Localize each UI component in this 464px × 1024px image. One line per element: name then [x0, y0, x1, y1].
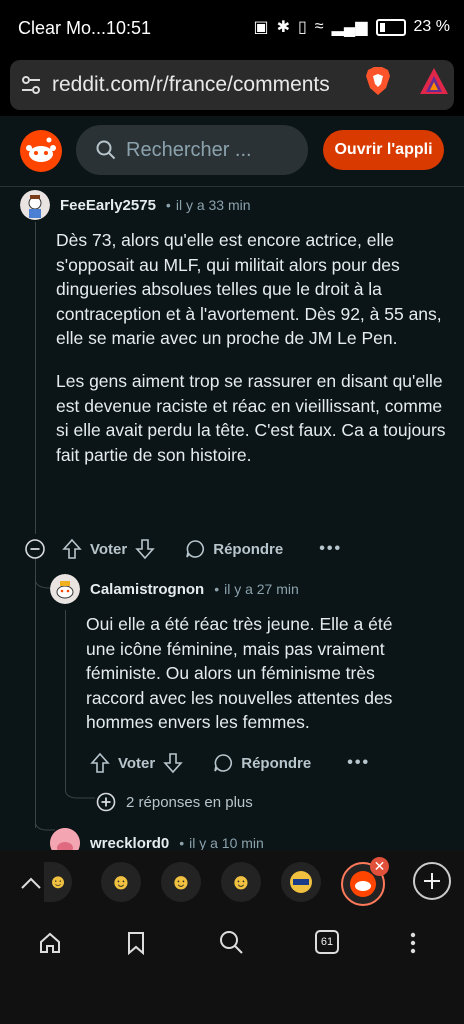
thread-line	[35, 558, 36, 828]
url-text[interactable]: reddit.com/r/france/comments	[52, 73, 342, 97]
comment-time: il y a 27 min	[224, 581, 299, 597]
upvote-icon[interactable]	[90, 752, 110, 774]
reddit-header: Rechercher ... Ouvrir l'appli	[0, 116, 464, 187]
tabs-count-button[interactable]: 61	[315, 930, 339, 954]
plus-icon	[424, 873, 440, 889]
battery-percent: 23 %	[413, 18, 450, 35]
downvote-icon[interactable]	[163, 752, 184, 774]
menu-dots-icon[interactable]	[408, 931, 418, 955]
more-replies-label: 2 réponses en plus	[126, 793, 253, 811]
comment-author[interactable]: wrecklord0	[90, 835, 169, 851]
reply-button[interactable]: Répondre	[213, 753, 311, 773]
avatar[interactable]	[20, 190, 50, 220]
comment-header: wrecklord0 • il y a 10 min	[50, 828, 264, 850]
comment-header: Calamistrognon • il y a 27 min	[50, 574, 299, 604]
search-placeholder: Rechercher ...	[126, 138, 252, 161]
comment-actions: Voter Répondre •••	[90, 752, 370, 774]
comment-actions: Voter Répondre •••	[24, 538, 342, 560]
more-replies-button[interactable]: 2 réponses en plus	[96, 792, 253, 812]
comment-author[interactable]: Calamistrognon	[90, 581, 204, 598]
search-input[interactable]: Rechercher ...	[76, 125, 308, 175]
site-favicon-icon	[290, 871, 312, 893]
comment-thread: FeeEarly2575 • il y a 33 min Dès 73, alo…	[0, 186, 464, 850]
comment-body: Dès 73, alors qu'elle est encore actrice…	[56, 228, 448, 485]
tab-thumbnail[interactable]: ☻	[161, 862, 201, 902]
bluetooth-icon: ✱	[276, 19, 290, 36]
comment-body: Oui elle a été réac très jeune. Elle a é…	[86, 612, 416, 753]
reply-label: Répondre	[241, 754, 312, 772]
tab-thumbnail[interactable]: ☻	[221, 862, 261, 902]
comment-bubble-icon	[186, 540, 205, 558]
vote-label: Voter	[118, 754, 156, 772]
browser-nav: 61	[0, 925, 464, 965]
smiley-icon: ☻	[109, 869, 133, 894]
brave-shields-icon[interactable]	[364, 66, 392, 96]
comment-paragraph: Les gens aiment trop se rassurer en disa…	[56, 370, 446, 465]
search-icon[interactable]	[218, 929, 244, 955]
tab-thumbnail[interactable]: ☻	[101, 862, 141, 902]
avatar[interactable]	[50, 574, 80, 604]
search-icon	[96, 140, 116, 160]
comment-header: FeeEarly2575 • il y a 33 min	[20, 190, 251, 220]
upvote-icon[interactable]	[62, 538, 82, 560]
chevron-up-icon[interactable]	[20, 876, 42, 890]
reddit-logo-icon[interactable]	[20, 130, 62, 172]
comment-paragraph: Oui elle a été réac très jeune. Elle a é…	[86, 614, 393, 733]
comment-bubble-icon	[214, 754, 233, 772]
collapse-icon[interactable]	[24, 538, 46, 560]
nfc-icon: ▣	[253, 19, 269, 36]
tab-thumbnail[interactable]	[281, 862, 321, 902]
comment-author[interactable]: FeeEarly2575	[60, 197, 156, 214]
more-options-icon[interactable]: •••	[319, 540, 342, 558]
thread-line	[65, 610, 66, 790]
smiley-icon: ☻	[229, 869, 253, 894]
bookmark-icon[interactable]	[126, 931, 146, 955]
thread-line	[35, 222, 36, 534]
comment-paragraph: Dès 73, alors qu'elle est encore actrice…	[56, 230, 442, 349]
signal-icon: ▂▄▆	[331, 19, 368, 36]
plus-circle-icon	[96, 792, 116, 812]
more-options-icon[interactable]: •••	[347, 754, 370, 772]
home-icon[interactable]	[38, 931, 62, 955]
downvote-icon[interactable]	[135, 538, 156, 560]
reply-button[interactable]: Répondre	[185, 539, 283, 559]
tab-count: 61	[320, 936, 334, 948]
wifi-icon: ≈	[314, 18, 324, 35]
brave-rewards-icon[interactable]	[418, 66, 450, 96]
status-bar: Clear Mo... 10:51 ▣ ✱ ▯ ≈ ▂▄▆ 23 %	[0, 0, 464, 56]
clock: 10:51	[106, 18, 152, 38]
site-settings-icon[interactable]	[18, 72, 44, 98]
new-tab-button[interactable]	[413, 862, 451, 900]
reply-label: Répondre	[213, 540, 284, 558]
comment-dot: •	[214, 581, 220, 597]
comment-time: il y a 10 min	[189, 835, 264, 850]
browser-toolbar: reddit.com/r/france/comments	[0, 56, 464, 116]
vote-label: Voter	[90, 540, 128, 558]
smiley-icon: ☻	[169, 869, 193, 894]
comment-dot: •	[179, 835, 185, 850]
battery-icon	[375, 18, 406, 36]
avatar[interactable]	[50, 828, 80, 850]
status-icons: ▣ ✱ ▯ ≈ ▂▄▆ 23 %	[253, 17, 450, 37]
carrier-name: Clear Mo...	[18, 18, 107, 38]
open-app-button[interactable]: Ouvrir l'appli	[323, 130, 444, 170]
reddit-logo-icon	[350, 871, 376, 897]
vibrate-icon: ▯	[297, 19, 307, 36]
comment-time: il y a 33 min	[175, 197, 251, 213]
comment-dot: •	[165, 197, 171, 213]
smiley-icon: ☻	[47, 870, 69, 893]
close-tab-button[interactable]: ✕	[370, 857, 389, 876]
thread-branch	[65, 782, 95, 799]
